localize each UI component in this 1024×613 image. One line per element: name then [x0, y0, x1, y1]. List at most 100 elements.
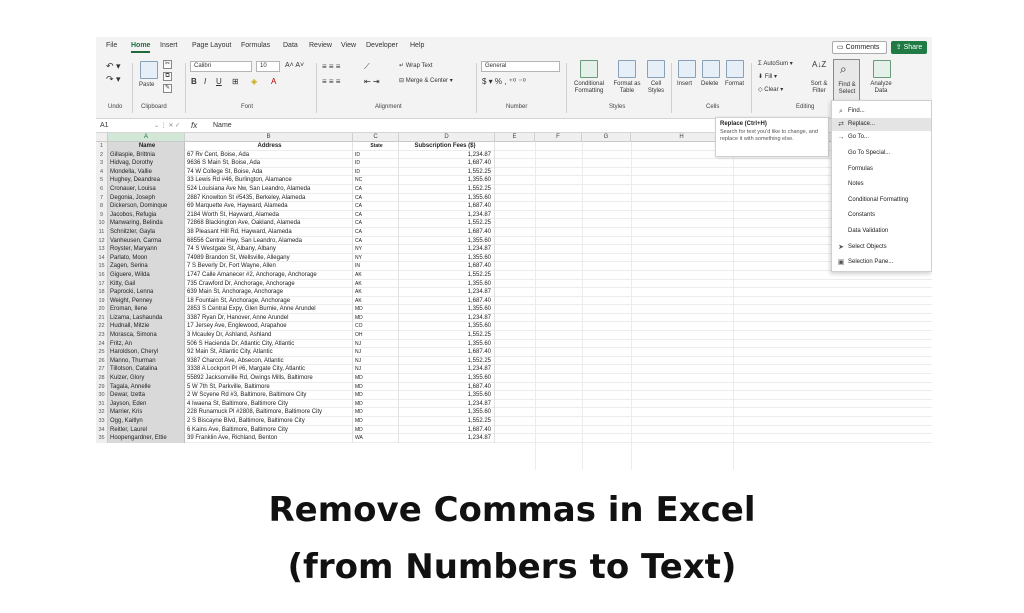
cell-name[interactable]: Vanheusen, Carma: [108, 236, 185, 246]
paste-label[interactable]: Paste: [139, 82, 154, 88]
find-menu-item[interactable]: Formulas: [832, 163, 931, 176]
cell-subscription-fee[interactable]: 1,355.60: [399, 236, 495, 246]
cell-address[interactable]: 3387 Ryan Dr, Hanover, Anne Arundel: [185, 313, 353, 323]
paste-icon[interactable]: [140, 61, 158, 79]
cell-address[interactable]: 92 Main St, Atlantic City, Atlantic: [185, 348, 353, 357]
italic-icon[interactable]: I: [204, 77, 206, 86]
cell-address[interactable]: 7 S Beverly Dr, Fort Wayne, Allen: [185, 262, 353, 271]
column-header-c[interactable]: C: [353, 133, 399, 142]
find-menu-item[interactable]: ▣ Selection Pane...: [832, 256, 931, 269]
tab-insert[interactable]: Insert: [160, 42, 178, 49]
row-number[interactable]: 3: [96, 159, 108, 168]
cell-address[interactable]: 18 Fountain St, Anchorage, Anchorage: [185, 296, 353, 306]
cell-subscription-fee[interactable]: 1,234.87: [399, 210, 495, 220]
cell-subscription-fee[interactable]: 1,552.25: [399, 270, 495, 280]
cell-name[interactable]: Hoopengardner, Ettie: [108, 434, 185, 443]
cell-name[interactable]: Marrier, Kris: [108, 408, 185, 417]
cell-state[interactable]: NJ: [353, 339, 399, 349]
cell-styles-label[interactable]: Cell Styles: [645, 81, 667, 95]
row-number[interactable]: 4: [96, 167, 108, 177]
cell-state[interactable]: NJ: [353, 348, 399, 357]
row-number[interactable]: 29: [96, 382, 108, 392]
cell-address[interactable]: 2184 Worth St, Hayward, Alameda: [185, 210, 353, 220]
cell-name[interactable]: Haroldson, Cheryl: [108, 348, 185, 357]
cell-address[interactable]: 506 S Hacienda Dr, Atlantic City, Atlant…: [185, 339, 353, 349]
cell-name[interactable]: Jacobos, Refugia: [108, 210, 185, 220]
find-select-button[interactable]: ⌕ Find & Select: [833, 59, 860, 102]
cell-name[interactable]: Kitty, Gail: [108, 279, 185, 289]
cell-address[interactable]: 74 S Westgate St, Albany, Albany: [185, 245, 353, 254]
cell-name[interactable]: Ogg, Kaitlyn: [108, 417, 185, 426]
cell-subscription-fee[interactable]: 1,687.40: [399, 159, 495, 168]
cell-address[interactable]: 2 S Biscayne Blvd, Baltimore, Baltimore …: [185, 417, 353, 426]
row-number[interactable]: 9: [96, 210, 108, 220]
cell-state[interactable]: CA: [353, 202, 399, 211]
row-number[interactable]: 6: [96, 184, 108, 194]
cell-name[interactable]: Lizama, Lashaunda: [108, 313, 185, 323]
row-number[interactable]: 2: [96, 150, 108, 160]
row-number[interactable]: 23: [96, 331, 108, 340]
currency-icon[interactable]: $ ▾ % , ⁺⁰ ⁻⁰: [482, 77, 526, 86]
fill-button[interactable]: ⬇ Fill ▾: [758, 73, 777, 80]
grow-font-icon[interactable]: A˄ A˅: [285, 62, 304, 69]
cell-address[interactable]: 9387 Charcot Ave, Absecon, Atlantic: [185, 356, 353, 366]
cell-address[interactable]: 3 Mcauley Dr, Ashland, Ashland: [185, 331, 353, 340]
cell-subscription-fee[interactable]: 1,355.60: [399, 176, 495, 185]
cell-subscription-fee[interactable]: 1,234.87: [399, 365, 495, 375]
cell-subscription-fee[interactable]: 1,552.25: [399, 219, 495, 228]
cell-state[interactable]: OH: [353, 331, 399, 340]
row-number[interactable]: 14: [96, 253, 108, 263]
analyze-data-label[interactable]: Analyze Data: [866, 81, 896, 95]
cell-state[interactable]: ID: [353, 167, 399, 177]
cell-subscription-fee[interactable]: 1,355.60: [399, 339, 495, 349]
cell-name[interactable]: Cronauer, Louisa: [108, 184, 185, 194]
column-header-f[interactable]: F: [535, 133, 582, 142]
column-header-e[interactable]: E: [495, 133, 535, 142]
row-number[interactable]: 21: [96, 313, 108, 323]
row-number[interactable]: 12: [96, 236, 108, 246]
cell-state[interactable]: MD: [353, 313, 399, 323]
cell-subscription-fee[interactable]: 1,234.87: [399, 434, 495, 443]
row-number[interactable]: 16: [96, 270, 108, 280]
cut-icon[interactable]: ✂: [163, 60, 172, 69]
cell-state[interactable]: NC: [353, 176, 399, 185]
row-number[interactable]: 19: [96, 296, 108, 306]
row-number[interactable]: 7: [96, 193, 108, 203]
tab-file[interactable]: File: [106, 42, 117, 49]
cell-subscription-fee[interactable]: 1,687.40: [399, 296, 495, 306]
insert-label[interactable]: Insert: [677, 81, 692, 87]
cell-address[interactable]: 735 Crawford Dr, Anchorage, Anchorage: [185, 279, 353, 289]
find-menu-item[interactable]: Go To Special...: [832, 147, 931, 160]
tab-home[interactable]: Home: [131, 42, 151, 53]
row-number[interactable]: 35: [96, 434, 108, 443]
cell-subscription-fee[interactable]: 1,552.25: [399, 331, 495, 340]
analyze-data-icon[interactable]: [873, 60, 891, 78]
sort-filter-label[interactable]: Sort & Filter: [807, 81, 831, 95]
cell-state[interactable]: MD: [353, 382, 399, 392]
cell-address[interactable]: 9636 S Main St, Boise, Ada: [185, 159, 353, 168]
select-all-corner[interactable]: [96, 133, 108, 142]
row-number[interactable]: 27: [96, 365, 108, 375]
align-left-icon[interactable]: ≡ ≡ ≡: [322, 77, 340, 86]
cell-state[interactable]: AK: [353, 279, 399, 289]
cell-state[interactable]: CA: [353, 184, 399, 194]
cell-subscription-fee[interactable]: 1,552.25: [399, 417, 495, 426]
cell-state[interactable]: MD: [353, 399, 399, 409]
format-as-table-icon[interactable]: [618, 60, 636, 78]
cell-name[interactable]: Royster, Maryann: [108, 245, 185, 254]
cell-address[interactable]: 5 W 7th St, Parkville, Baltimore: [185, 382, 353, 392]
indent-icon[interactable]: ⇤ ⇥: [364, 77, 380, 86]
header-name[interactable]: Name: [108, 142, 185, 151]
cell-state[interactable]: CA: [353, 210, 399, 220]
copy-icon[interactable]: ⧉: [163, 72, 172, 81]
find-menu-item[interactable]: ➤ Select Objects: [832, 241, 931, 254]
tab-developer[interactable]: Developer: [366, 42, 398, 49]
cell-subscription-fee[interactable]: 1,687.40: [399, 425, 495, 435]
bold-icon[interactable]: B: [191, 77, 197, 86]
font-name-select[interactable]: Calibri: [190, 61, 252, 72]
cell-address[interactable]: 3338 A Lockport Pl #6, Margate City, Atl…: [185, 365, 353, 375]
cell-address[interactable]: 55892 Jacksonville Rd, Owings Mills, Bal…: [185, 374, 353, 383]
row-number[interactable]: 33: [96, 417, 108, 426]
cell-state[interactable]: CO: [353, 322, 399, 332]
cell-name[interactable]: Paprocki, Lenna: [108, 288, 185, 297]
